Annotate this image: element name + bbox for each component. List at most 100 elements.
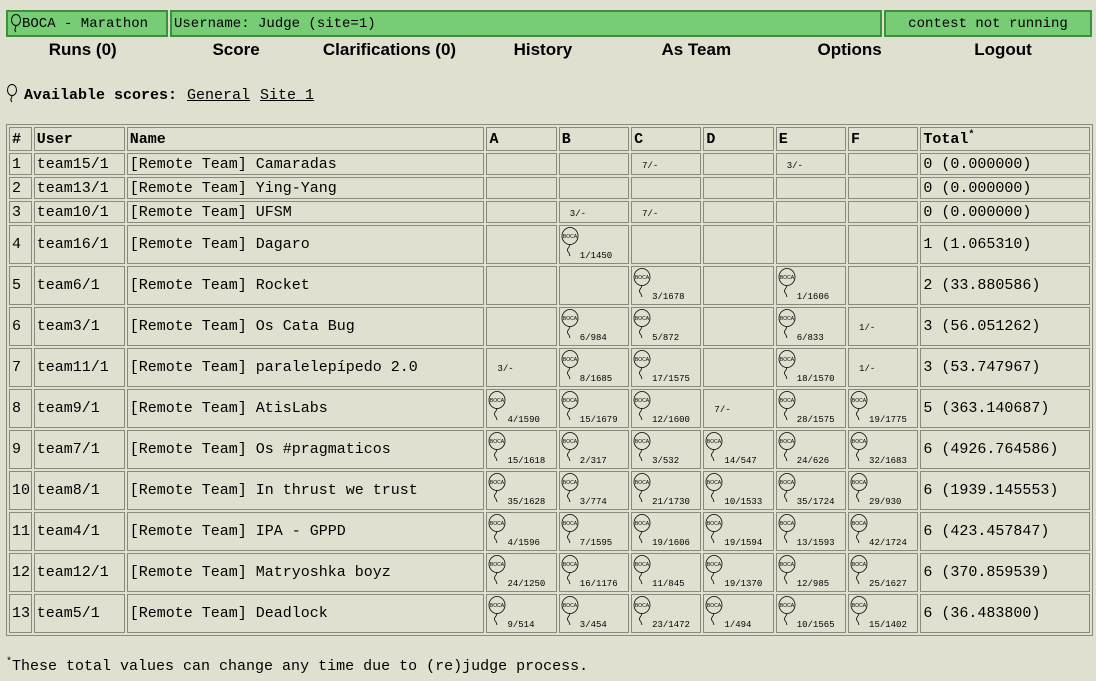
col-total-mark: * [968,130,975,141]
balloon-icon: BOCA [633,391,651,426]
svg-text:BOCA: BOCA [490,439,505,445]
balloon-icon: BOCA [561,432,579,467]
svg-text:BOCA: BOCA [852,521,867,527]
attempts-time: 3/- [497,364,514,374]
problem-e-cell [775,225,847,264]
problem-f-cell [848,153,919,175]
team-name-cell: [Remote Team] UFSM [126,201,485,223]
available-scores: Available scores: General Site_1 [6,84,314,104]
balloon-icon: BOCA [850,432,868,467]
balloon-icon: BOCA [488,473,506,508]
col-problem-b: B [558,127,630,151]
svg-text:BOCA: BOCA [780,357,795,363]
problem-a-cell [486,266,557,305]
total-cell: 6 (36.483800) [920,594,1090,633]
attempts-time: 1/- [859,323,876,333]
attempts-time: 12/1600 [652,415,690,425]
menu-logout[interactable]: Logout [926,40,1079,60]
menu-clarifications[interactable]: Clarifications (0) [313,40,466,60]
attempts-time: 6/984 [579,333,607,343]
balloon-icon: BOCA [778,309,796,344]
attempts-time: 7/1595 [579,538,613,548]
svg-text:BOCA: BOCA [490,521,505,527]
balloon-icon: BOCA [561,596,579,631]
problem-e-cell: BOCA 35/1724 [775,471,847,510]
svg-text:BOCA: BOCA [635,480,650,486]
problem-a-cell [486,177,557,199]
problem-a-cell: 3/- [486,348,557,387]
score-link-general[interactable]: General [187,87,250,104]
team-name-cell: [Remote Team] Dagaro [126,225,485,264]
rank-cell: 12 [9,553,32,592]
balloon-icon: BOCA [778,350,796,385]
attempts-time: 1/1606 [796,292,830,302]
attempts-time: 19/1775 [869,415,907,425]
user-cell: team11/1 [33,348,125,387]
menu-as-team[interactable]: As Team [620,40,773,60]
problem-b-cell: BOCA 6/984 [558,307,630,346]
balloon-icon: BOCA [778,391,796,426]
table-row: 5 team6/1 [Remote Team] Rocket BOCA 3/1678 BO… [9,266,1090,305]
problem-b-cell: BOCA 3/774 [558,471,630,510]
problem-d-cell [703,225,774,264]
attempts-time: 4/1590 [507,415,540,425]
user-cell: team7/1 [33,430,125,469]
table-row: 6 team3/1 [Remote Team] Os Cata Bug BOCA 6/9… [9,307,1090,346]
menu-runs[interactable]: Runs (0) [6,40,159,60]
svg-text:BOCA: BOCA [707,603,722,609]
problem-d-cell [703,153,774,175]
svg-text:BOCA: BOCA [780,480,795,486]
attempts-time: 15/1679 [579,415,618,425]
svg-text:BOCA: BOCA [490,603,505,609]
problem-e-cell [775,201,847,223]
svg-text:BOCA: BOCA [780,316,795,322]
total-cell: 0 (0.000000) [920,201,1090,223]
team-name-cell: [Remote Team] Os Cata Bug [126,307,485,346]
problem-a-cell: BOCA 4/1596 [486,512,557,551]
svg-text:BOCA: BOCA [563,316,578,322]
table-row: 9 team7/1 [Remote Team] Os #pragmaticos BOC… [9,430,1090,469]
menu-score[interactable]: Score [159,40,312,60]
attempts-time: 16/1176 [579,579,618,589]
user-cell: team15/1 [33,153,125,175]
problem-e-cell: 3/- [775,153,847,175]
problem-c-cell: 7/- [631,201,702,223]
problem-e-cell: BOCA 24/626 [775,430,847,469]
user-cell: team9/1 [33,389,125,428]
menu-options[interactable]: Options [773,40,926,60]
svg-text:BOCA: BOCA [780,398,795,404]
balloon-icon: BOCA [561,391,579,426]
team-name-cell: [Remote Team] Rocket [126,266,485,305]
problem-f-cell: 1/- [848,348,919,387]
team-name-cell: [Remote Team] AtisLabs [126,389,485,428]
balloon-icon: BOCA [705,555,723,590]
rank-cell: 13 [9,594,32,633]
balloon-icon: BOCA [778,514,796,549]
svg-text:BOCA: BOCA [563,521,578,527]
problem-d-cell [703,266,774,305]
user-cell: team10/1 [33,201,125,223]
attempts-time: 3/1678 [652,292,685,302]
problem-d-cell: BOCA 10/1533 [703,471,774,510]
attempts-time: 10/1565 [796,620,835,630]
score-link-site-1[interactable]: Site_1 [260,87,314,104]
team-name-cell: [Remote Team] Matryoshka boyz [126,553,485,592]
team-name-cell: [Remote Team] Deadlock [126,594,485,633]
svg-text:BOCA: BOCA [707,480,722,486]
app-title: BOCA - Marathon [22,15,149,32]
attempts-time: 1/494 [724,620,752,630]
col-total: Total* [920,127,1090,151]
table-row: 8 team9/1 [Remote Team] AtisLabs BOCA 4/1590… [9,389,1090,428]
username-text: Username: Judge (site=1) [174,15,376,32]
svg-text:BOCA: BOCA [635,357,650,363]
col-problem-d: D [703,127,774,151]
problem-f-cell: BOCA 29/930 [848,471,919,510]
menu-history[interactable]: History [466,40,619,60]
svg-text:BOCA: BOCA [635,316,650,322]
contest-status-cell: contest not running [884,10,1092,37]
balloon-icon: BOCA [561,514,579,549]
problem-f-cell [848,225,919,264]
balloon-icon: BOCA [633,514,651,549]
svg-text:BOCA: BOCA [490,398,505,404]
attempts-time: 9/514 [507,620,535,630]
